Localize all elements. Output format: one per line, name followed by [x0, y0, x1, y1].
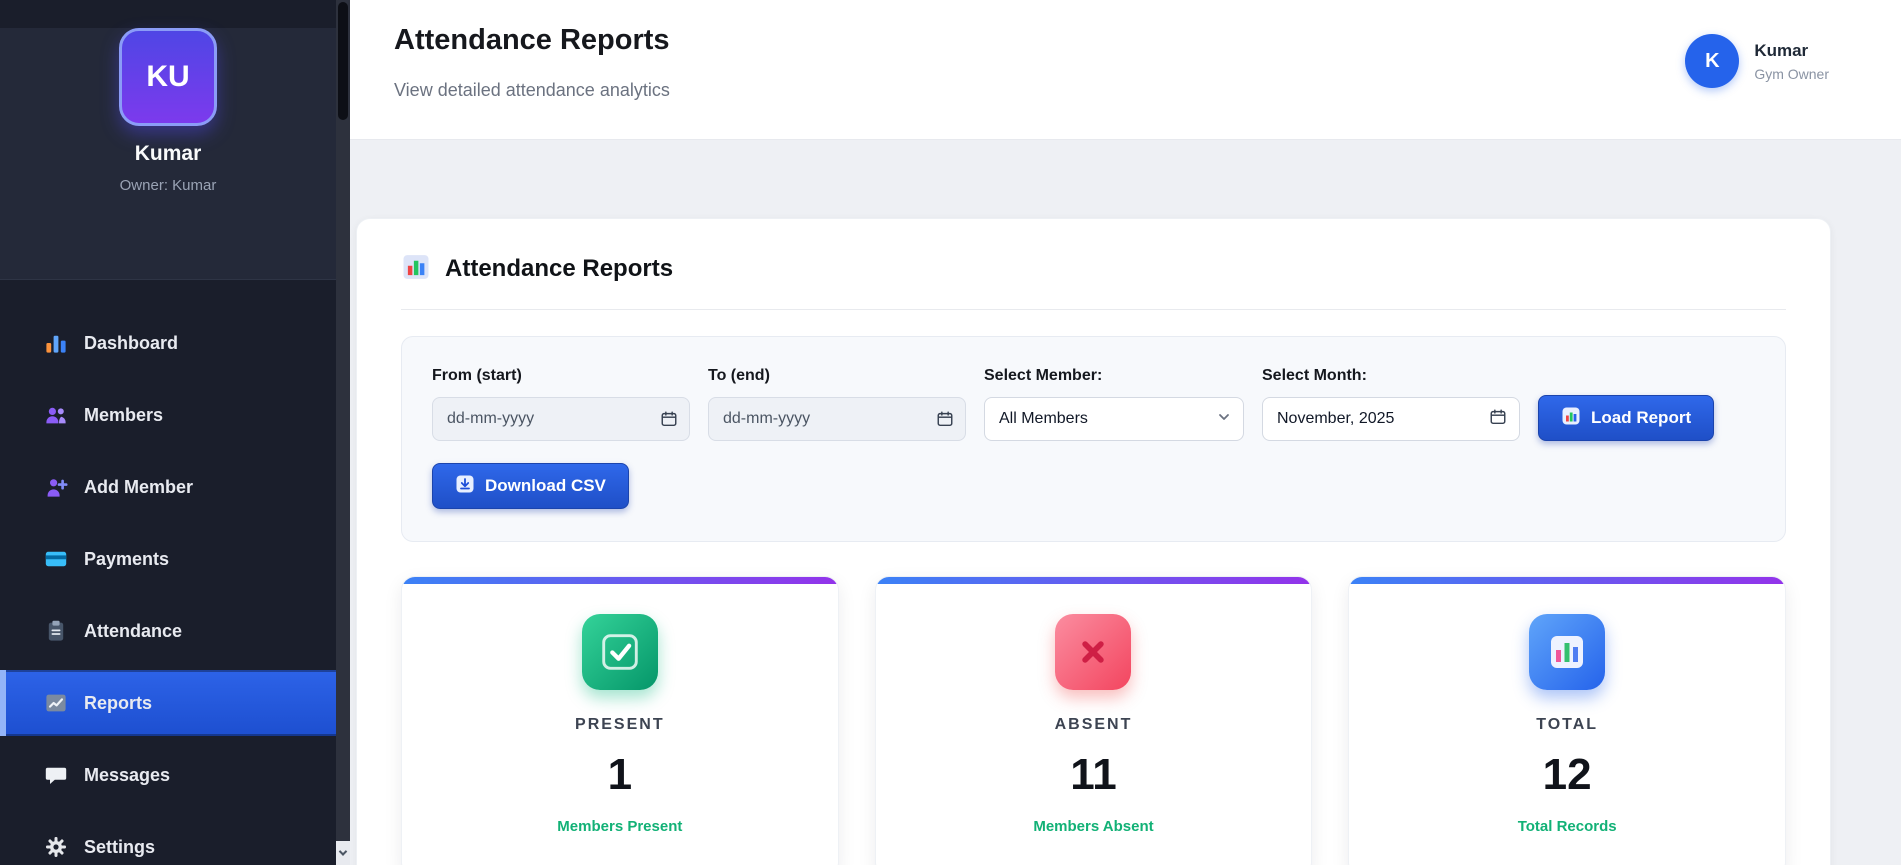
- calendar-icon: [1489, 408, 1507, 431]
- stat-value: 1: [607, 750, 633, 799]
- stat-card-total: TOTAL 12 Total Records: [1348, 576, 1786, 865]
- member-select[interactable]: All Members: [984, 397, 1244, 441]
- avatar-initials: KU: [146, 60, 190, 93]
- sidebar-scrollbar-track[interactable]: [336, 0, 350, 865]
- chevron-down-icon: [1217, 410, 1231, 429]
- stat-caption: Total Records: [1517, 818, 1617, 835]
- gradient-strip: [402, 577, 838, 584]
- card-header: Attendance Reports: [401, 253, 1786, 285]
- payments-icon: [44, 547, 68, 571]
- sidebar-item-label: Reports: [84, 692, 153, 713]
- stats-row: PRESENT 1 Members Present ABSENT 11 Memb…: [401, 576, 1786, 865]
- month-input-value: November, 2025: [1277, 410, 1395, 427]
- user-avatar: K: [1685, 34, 1740, 88]
- dashboard-icon: [44, 331, 68, 355]
- sidebar-item-members[interactable]: Members: [0, 382, 336, 448]
- chart-icon: [1529, 614, 1606, 690]
- month-select-label: Select Month:: [1262, 367, 1367, 384]
- member-select-value: All Members: [999, 410, 1088, 427]
- gradient-strip: [875, 577, 1312, 584]
- sidebar-item-settings[interactable]: Settings: [0, 814, 336, 865]
- sidebar-scrollbar-thumb[interactable]: [338, 2, 348, 120]
- sidebar-item-label: Payments: [84, 548, 170, 569]
- sidebar-item-label: Dashboard: [84, 332, 179, 353]
- attendance-icon: [44, 619, 68, 643]
- stat-card-absent: ABSENT 11 Members Absent: [874, 576, 1313, 865]
- stat-value: 12: [1542, 750, 1592, 799]
- user-name: Kumar: [1754, 40, 1809, 60]
- top-header: Attendance Reports View detailed attenda…: [350, 0, 1901, 140]
- sidebar-item-add-member[interactable]: Add Member: [0, 454, 336, 520]
- profile-subtitle: Owner: Kumar: [119, 177, 217, 194]
- stat-label: PRESENT: [575, 716, 665, 733]
- sidebar-item-messages[interactable]: Messages: [0, 742, 336, 808]
- profile-name: Kumar: [134, 142, 202, 165]
- stat-caption: Members Present: [557, 818, 683, 835]
- member-select-label: Select Member:: [984, 367, 1103, 384]
- scrollbar-down-button[interactable]: [336, 841, 350, 865]
- month-select-field: Select Month: November, 2025: [1262, 367, 1520, 441]
- sidebar-item-label: Attendance: [84, 620, 183, 641]
- stat-card-present: PRESENT 1 Members Present: [401, 576, 839, 865]
- settings-gear-icon: [44, 835, 68, 859]
- stat-label: TOTAL: [1536, 716, 1599, 733]
- load-report-button[interactable]: Load Report: [1538, 395, 1715, 441]
- sidebar-item-label: Members: [84, 404, 164, 425]
- page-title: Attendance Reports: [394, 24, 670, 56]
- from-date-label: From (start): [432, 367, 522, 384]
- main-area: Attendance Reports View detailed attenda…: [350, 0, 1901, 865]
- messages-icon: [44, 763, 68, 787]
- download-csv-label: Download CSV: [485, 476, 606, 495]
- user-avatar-initial: K: [1705, 49, 1720, 72]
- sidebar-item-payments[interactable]: Payments: [0, 526, 336, 592]
- to-date-label: To (end): [708, 367, 770, 384]
- page-subtitle: View detailed attendance analytics: [394, 80, 670, 100]
- stat-caption: Members Absent: [1033, 818, 1154, 835]
- sidebar-item-label: Messages: [84, 764, 171, 785]
- check-icon: [581, 614, 658, 690]
- members-icon: [44, 403, 68, 427]
- sidebar-item-label: Add Member: [84, 476, 194, 497]
- from-date-field: From (start): [432, 367, 690, 441]
- to-date-input[interactable]: [708, 397, 966, 441]
- sidebar-item-label: Settings: [84, 836, 156, 857]
- download-icon: [455, 474, 475, 499]
- chevron-down-icon: [338, 847, 348, 856]
- stat-label: ABSENT: [1054, 716, 1133, 733]
- sidebar: KU Kumar Owner: Kumar Dashboard Members …: [0, 0, 336, 865]
- stat-value: 11: [1070, 750, 1117, 799]
- bar-chart-icon: [401, 252, 431, 287]
- to-date-field: To (end): [708, 367, 966, 441]
- sidebar-profile: KU Kumar Owner: Kumar: [0, 28, 336, 280]
- month-input[interactable]: November, 2025: [1262, 397, 1520, 441]
- filter-panel: From (start) To (end): [401, 336, 1786, 542]
- user-chip: K Kumar Gym Owner: [1685, 34, 1829, 88]
- attendance-report-card: Attendance Reports From (start) dd-mm-yy…: [356, 218, 1831, 865]
- download-csv-button[interactable]: Download CSV: [432, 463, 629, 509]
- report-chart-icon: [1561, 406, 1581, 431]
- sidebar-nav: Dashboard Members Add Member Payments At…: [0, 280, 336, 865]
- gradient-strip: [1349, 577, 1785, 584]
- sidebar-item-dashboard[interactable]: Dashboard: [0, 310, 336, 376]
- member-select-field: Select Member: All Members: [984, 367, 1244, 441]
- load-report-label: Load Report: [1591, 408, 1692, 427]
- x-icon: [1055, 614, 1132, 690]
- card-title: Attendance Reports: [445, 255, 674, 282]
- reports-icon: [44, 691, 68, 715]
- avatar: KU: [119, 28, 217, 126]
- add-member-icon: [44, 475, 68, 499]
- user-role: Gym Owner: [1754, 65, 1829, 82]
- sidebar-item-attendance[interactable]: Attendance: [0, 598, 336, 664]
- from-date-input[interactable]: [432, 397, 690, 441]
- divider: [401, 309, 1786, 310]
- sidebar-item-reports[interactable]: Reports: [0, 670, 336, 736]
- content-area: Attendance Reports From (start) dd-mm-yy…: [350, 140, 1901, 865]
